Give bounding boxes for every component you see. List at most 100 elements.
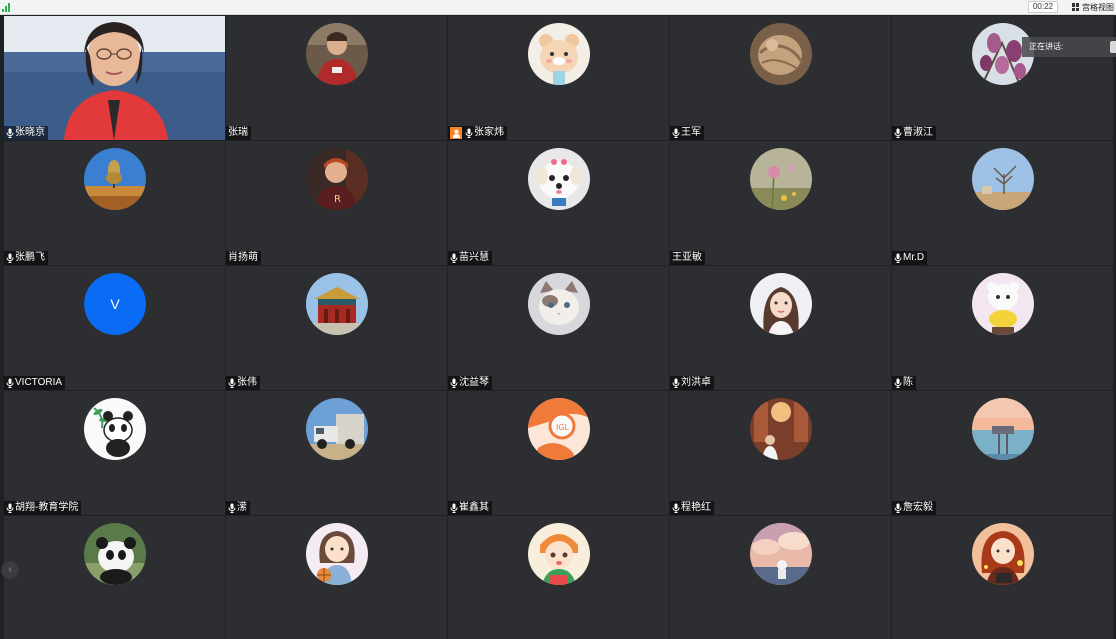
- microphone-icon: [894, 128, 902, 138]
- participant-name: 崔鑫其: [459, 502, 489, 513]
- speaking-panel-handle[interactable]: [1110, 41, 1116, 53]
- participant-name-label: 潆: [226, 501, 250, 515]
- participant-name-label: 肖扬萌: [226, 251, 261, 265]
- participant-tile[interactable]: 詹宏毅: [892, 391, 1113, 515]
- microphone-icon: [228, 378, 236, 388]
- pink-flower-image: [750, 148, 812, 210]
- participant-tile[interactable]: 王亚敏: [670, 141, 891, 265]
- participant-tile[interactable]: 张晓京: [4, 16, 225, 140]
- participant-name-label: 程艳红: [670, 501, 714, 515]
- participant-tile[interactable]: R 肖扬萌: [226, 141, 447, 265]
- participant-tile[interactable]: 曹淑江: [892, 16, 1113, 140]
- grid-view-label: 宫格视图: [1082, 2, 1114, 12]
- participant-name-label: 胡翔-教育学院: [4, 501, 82, 515]
- participant-avatar: [972, 398, 1034, 460]
- microphone-icon: [450, 253, 458, 263]
- participant-name-label: VICTORIA: [4, 376, 66, 390]
- chevron-left-icon: ‹: [8, 564, 12, 575]
- participant-tile[interactable]: 张伟: [226, 266, 447, 390]
- participant-avatar: [972, 523, 1034, 585]
- participant-name-label: 崔鑫其: [448, 501, 492, 515]
- microphone-icon: [465, 128, 473, 138]
- participant-tile[interactable]: [226, 516, 447, 639]
- participant-avatar: [84, 398, 146, 460]
- participant-avatar: [84, 148, 146, 210]
- participant-grid: 张晓京 张瑞 张家炜 王军 曹淑江张鹏飞 R 肖扬萌 苗兴慧 王亚敏 Mr.D V VICTORIA 张…: [4, 16, 1116, 639]
- girl-portrait-image: [750, 273, 812, 335]
- speaking-indicator: 正在讲话:: [1022, 37, 1116, 57]
- astronaut-clouds-image: [750, 523, 812, 585]
- woman-library-image: [750, 398, 812, 460]
- participant-name-label: 刘洪卓: [670, 376, 714, 390]
- participant-avatar: [306, 273, 368, 335]
- participant-avatar: [750, 148, 812, 210]
- participant-avatar: [972, 273, 1034, 335]
- participant-tile[interactable]: IGL 崔鑫其: [448, 391, 669, 515]
- participant-name: 陈: [903, 377, 913, 388]
- participant-tile[interactable]: Mr.D: [892, 141, 1113, 265]
- participant-name: 苗兴慧: [459, 252, 489, 263]
- microphone-icon: [672, 378, 680, 388]
- microphone-icon: [672, 503, 680, 513]
- participant-tile[interactable]: 王军: [670, 16, 891, 140]
- man-photo-image: [306, 23, 368, 85]
- participant-name: Mr.D: [903, 252, 925, 263]
- microphone-icon: [894, 253, 902, 263]
- participant-avatar: [306, 523, 368, 585]
- microphone-icon: [228, 503, 236, 513]
- participant-name: 王军: [681, 127, 701, 138]
- bear-cartoon-image: [528, 23, 590, 85]
- participant-avatar: V: [84, 273, 146, 335]
- participant-tile[interactable]: 程艳红: [670, 391, 891, 515]
- vintage-truck-image: [306, 398, 368, 460]
- host-icon: [450, 127, 462, 139]
- participant-avatar: [750, 273, 812, 335]
- participant-name-label: 张伟: [226, 376, 260, 390]
- participant-tile[interactable]: 张鹏飞: [4, 141, 225, 265]
- bare-tree-image: [972, 148, 1034, 210]
- participant-avatar: [750, 398, 812, 460]
- participant-avatar: [972, 148, 1034, 210]
- collapse-panel-button[interactable]: ‹: [1, 561, 19, 579]
- participant-avatar: IGL: [528, 398, 590, 460]
- participant-avatar: [528, 23, 590, 85]
- participant-name-label: 张鹏飞: [4, 251, 48, 265]
- participant-tile[interactable]: [4, 516, 225, 639]
- boy-photo-image: R: [306, 148, 368, 210]
- participant-tile[interactable]: 苗兴慧: [448, 141, 669, 265]
- participant-name: 潆: [237, 502, 247, 513]
- participant-tile[interactable]: 潆: [226, 391, 447, 515]
- participant-name-label: 曹淑江: [892, 126, 936, 140]
- participant-tile[interactable]: [448, 516, 669, 639]
- grid-icon: [1072, 3, 1080, 11]
- participant-tile[interactable]: 张家炜: [448, 16, 669, 140]
- participant-tile[interactable]: 沈益琴: [448, 266, 669, 390]
- participant-name-label: 张晓京: [4, 126, 48, 140]
- participant-name-label: 陈: [892, 376, 916, 390]
- participant-name-label: 沈益琴: [448, 376, 492, 390]
- participant-name: 曹淑江: [903, 127, 933, 138]
- participant-avatar: [528, 273, 590, 335]
- microphone-icon: [894, 378, 902, 388]
- girl-fox-cartoon-image: [528, 523, 590, 585]
- network-signal-icon[interactable]: [2, 3, 12, 12]
- grid-view-button[interactable]: 宫格视图: [1072, 1, 1114, 13]
- participant-avatar: [84, 523, 146, 585]
- girl-book-cartoon-image: [972, 523, 1034, 585]
- participant-tile[interactable]: V VICTORIA: [4, 266, 225, 390]
- participant-tile[interactable]: 刘洪卓: [670, 266, 891, 390]
- participant-tile[interactable]: 张瑞: [226, 16, 447, 140]
- microphone-icon: [6, 503, 14, 513]
- participant-tile[interactable]: 陈: [892, 266, 1113, 390]
- palace-image: [306, 273, 368, 335]
- girl-basketball-image: [306, 523, 368, 585]
- participant-name-label: 王亚敏: [670, 251, 705, 265]
- participant-tile[interactable]: [670, 516, 891, 639]
- participant-name: 肖扬萌: [228, 252, 258, 263]
- participant-tile[interactable]: [892, 516, 1113, 639]
- svg-text:IGL: IGL: [556, 423, 570, 432]
- cat-image: [528, 273, 590, 335]
- meeting-timer: 00:22: [1028, 1, 1058, 13]
- participant-avatar: [750, 523, 812, 585]
- participant-tile[interactable]: 胡翔-教育学院: [4, 391, 225, 515]
